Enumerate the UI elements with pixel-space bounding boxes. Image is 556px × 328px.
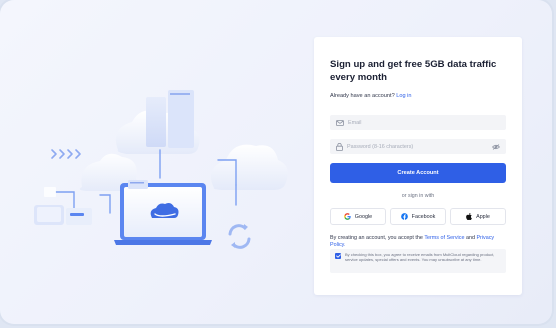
- arrows-decoration-icon: [51, 149, 81, 159]
- create-account-button[interactable]: Create Account: [330, 163, 506, 183]
- terms-of-service-link[interactable]: Terms of Service: [424, 235, 464, 241]
- login-prompt-text: Already have an account?: [330, 93, 395, 99]
- apple-signin-button[interactable]: Apple: [450, 208, 506, 225]
- login-prompt: Already have an account? Log in: [330, 93, 412, 99]
- google-logo-icon: [344, 213, 351, 220]
- signup-page: Sign up and get free 5GB data traffic ev…: [0, 0, 552, 324]
- checkmark-icon: [335, 254, 341, 258]
- login-link[interactable]: Log in: [396, 93, 411, 99]
- signup-card: Sign up and get free 5GB data traffic ev…: [314, 37, 522, 295]
- folder-card-left-icon: [34, 205, 64, 225]
- password-field[interactable]: [330, 139, 506, 154]
- apple-logo-icon: [466, 213, 472, 220]
- apple-label: Apple: [476, 213, 490, 220]
- marketing-consent: By checking this box, you agree to recei…: [330, 249, 506, 273]
- terms-and: and: [465, 235, 475, 241]
- or-sign-in-label: or sign in with: [401, 193, 435, 199]
- facebook-label: Facebook: [411, 213, 436, 220]
- consent-checkbox[interactable]: [335, 253, 341, 259]
- background-cloud-right-icon: [210, 144, 288, 190]
- terms-prefix: By creating an account, you accept the: [330, 235, 423, 241]
- eye-off-icon[interactable]: [492, 143, 500, 150]
- email-input[interactable]: [344, 116, 506, 129]
- terms-notice: By creating an account, you accept the T…: [330, 235, 510, 249]
- page-title: Sign up and get free 5GB data traffic ev…: [330, 59, 497, 83]
- consent-text: By checking this box, you agree to recei…: [345, 252, 495, 262]
- cloud-transfer-illustration: [34, 90, 288, 249]
- google-signin-button[interactable]: Google: [330, 208, 386, 225]
- email-field[interactable]: [330, 115, 506, 130]
- facebook-signin-button[interactable]: Facebook: [390, 208, 446, 225]
- password-input[interactable]: [343, 140, 492, 153]
- mail-icon: [336, 119, 344, 126]
- google-label: Google: [354, 213, 373, 220]
- folder-card-right-icon: [66, 208, 92, 225]
- lock-icon: [336, 142, 343, 151]
- facebook-logo-icon: [400, 213, 408, 220]
